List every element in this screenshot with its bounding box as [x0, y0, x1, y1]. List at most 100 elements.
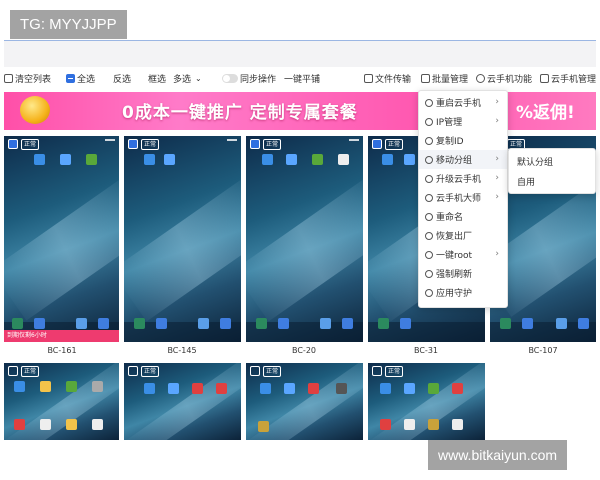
card-checkbox[interactable]: [250, 366, 260, 376]
phone-card[interactable]: 正常: [124, 363, 241, 440]
chevron-right-icon: ›: [495, 116, 499, 126]
app-icon: [134, 318, 145, 329]
phone-card[interactable]: 正常: [246, 363, 363, 440]
app-icon: [382, 154, 393, 165]
app-icon: [198, 318, 209, 329]
tile-label: 一键平铺: [284, 74, 321, 85]
card-checkbox[interactable]: [250, 139, 260, 149]
menu-item-restart[interactable]: 重启云手机 ›: [419, 93, 507, 112]
status-badge: 正常: [21, 139, 40, 150]
app-icon: [14, 381, 25, 392]
tile-button[interactable]: 一键平铺: [284, 67, 320, 89]
sync-operation-toggle[interactable]: 同步操作: [222, 67, 276, 89]
app-icon: [76, 318, 87, 329]
card-checkbox[interactable]: [372, 366, 382, 376]
app-icon: [320, 318, 331, 329]
app-icon: [428, 419, 439, 430]
submenu-item-default[interactable]: 默认分组: [509, 151, 595, 171]
app-icon: [404, 154, 415, 165]
app-icon: [258, 421, 269, 432]
card-checkbox[interactable]: [8, 366, 18, 376]
app-icon: [500, 318, 511, 329]
wallpaper: [246, 177, 363, 322]
menu-item-label: 复制ID: [436, 137, 464, 147]
card-checkbox[interactable]: [128, 366, 138, 376]
chevron-right-icon: ›: [495, 192, 499, 202]
app-icon: [428, 383, 439, 394]
menu-item-upgrade[interactable]: 升级云手机 ›: [419, 169, 507, 188]
chevron-right-icon: ›: [495, 97, 499, 107]
app-icon: [164, 154, 175, 165]
menu-item-label: 移动分组: [436, 156, 473, 166]
menu-item-label: 云手机大师: [436, 194, 482, 204]
app-icon: [380, 383, 391, 394]
cloud-func-label: 云手机功能: [487, 74, 533, 85]
app-icon: [92, 419, 103, 430]
file-transfer-button[interactable]: 文件传输: [364, 67, 411, 89]
status-badge: 正常: [141, 366, 160, 377]
select-all-checkbox[interactable]: 全选: [66, 67, 95, 89]
phone-card[interactable]: 正常 到期仅剩6小时: [4, 136, 119, 342]
app-icon: [400, 318, 411, 329]
app-icon: [86, 154, 97, 165]
edit-icon: [425, 212, 433, 221]
app-icon: [12, 318, 23, 329]
phone-card[interactable]: 正常: [124, 136, 241, 342]
app-icon: [452, 383, 463, 394]
app-icon: [404, 419, 415, 430]
app-icon: [286, 154, 297, 165]
menu-item-copy-id[interactable]: 复制ID: [419, 131, 507, 150]
app-icon: [144, 383, 155, 394]
app-icon: [338, 154, 349, 165]
signal-icon: [227, 139, 237, 144]
cloud-manage-button[interactable]: 云手机管理: [540, 67, 596, 89]
phone-card[interactable]: 正常: [246, 136, 363, 342]
batch-manage-button[interactable]: 批量管理: [421, 67, 468, 89]
app-icon: [34, 154, 45, 165]
move-group-submenu: 默认分组 自用: [508, 148, 596, 194]
card-checkbox[interactable]: [128, 139, 138, 149]
menu-item-move-group[interactable]: 移动分组 ›: [419, 150, 507, 169]
status-badge: 正常: [263, 139, 282, 150]
chevron-down-icon: ⌄: [195, 73, 202, 83]
phone-icon: [425, 193, 433, 202]
app-icon: [262, 154, 273, 165]
phone-card[interactable]: 正常: [4, 363, 119, 440]
menu-item-ip[interactable]: IP管理 ›: [419, 112, 507, 131]
menu-item-app-guard[interactable]: 应用守护: [419, 283, 507, 302]
app-icon: [578, 318, 589, 329]
cloud-func-button[interactable]: 云手机功能: [476, 67, 532, 89]
batch-manage-label: 批量管理: [432, 74, 469, 85]
clear-list-button[interactable]: 清空列表: [4, 67, 51, 89]
app-icon: [216, 383, 227, 394]
menu-item-master[interactable]: 云手机大师 ›: [419, 188, 507, 207]
status-badge: 正常: [141, 139, 160, 150]
menu-item-factory-reset[interactable]: 恢复出厂: [419, 226, 507, 245]
app-icon: [168, 383, 179, 394]
banner-text: 0成本一键推广 定制专属套餐: [122, 103, 358, 123]
phone-card[interactable]: 正常: [368, 363, 485, 440]
app-icon: [60, 154, 71, 165]
app-icon: [284, 383, 295, 394]
invert-selection-button[interactable]: 反选: [113, 67, 131, 89]
app-icon: [192, 383, 203, 394]
multi-select-dropdown[interactable]: 多选 ⌄: [173, 67, 202, 89]
chevron-right-icon: ›: [495, 154, 499, 164]
app-icon: [98, 318, 109, 329]
frame-select-button[interactable]: 框选: [148, 67, 166, 89]
menu-item-label: 升级云手机: [436, 175, 482, 185]
menu-item-label: 强制刷新: [436, 270, 473, 280]
app-icon: [404, 383, 415, 394]
submenu-item-self[interactable]: 自用: [509, 171, 595, 191]
app-icon: [308, 383, 319, 394]
root-icon: [425, 250, 433, 259]
menu-item-label: 恢复出厂: [436, 232, 473, 242]
menu-item-force-refresh[interactable]: 强制刷新: [419, 264, 507, 283]
card-checkbox[interactable]: [372, 139, 382, 149]
clear-list-label: 清空列表: [15, 74, 52, 85]
app-window: TG: MYYJJPP 清空列表 全选 反选 框选 多选 ⌄ 同步操作 一键平铺: [0, 0, 600, 480]
card-checkbox[interactable]: [8, 139, 18, 149]
menu-item-rename[interactable]: 重命名: [419, 207, 507, 226]
menu-item-label: 重命名: [436, 213, 464, 223]
menu-item-root[interactable]: 一键root ›: [419, 245, 507, 264]
